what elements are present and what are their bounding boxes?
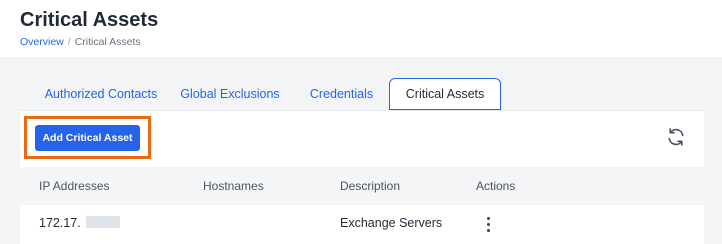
ip-address-cell: 172.17. <box>39 216 81 230</box>
page-title: Critical Assets <box>20 9 159 31</box>
add-critical-asset-button[interactable]: Add Critical Asset <box>35 125 140 151</box>
page-header: Critical Assets Overview / Critical Assets <box>0 0 722 57</box>
description-cell: Exchange Servers <box>340 216 443 230</box>
critical-assets-panel: Add Critical Asset IP Addresses Hostname… <box>20 110 704 244</box>
tab-critical-assets[interactable]: Critical Assets <box>389 78 501 110</box>
breadcrumb-current: Critical Assets <box>74 36 141 48</box>
tab-global-exclusions[interactable]: Global Exclusions <box>170 78 290 110</box>
column-header-actions: Actions <box>476 179 516 193</box>
column-header-hostnames[interactable]: Hostnames <box>203 167 264 205</box>
table-row[interactable]: 172.17. Exchange Servers <box>20 207 704 244</box>
tab-credentials[interactable]: Credentials <box>301 78 382 110</box>
refresh-icon[interactable] <box>666 127 686 147</box>
table-header: IP Addresses Hostnames Description Actio… <box>20 167 704 205</box>
column-header-ip-addresses[interactable]: IP Addresses <box>39 167 110 205</box>
breadcrumb-separator: / <box>67 36 71 48</box>
redacted-ip-block <box>86 216 120 228</box>
breadcrumb: Overview / Critical Assets <box>20 36 141 48</box>
column-header-description[interactable]: Description <box>340 167 400 205</box>
kebab-menu-icon[interactable] <box>483 215 493 233</box>
breadcrumb-overview-link[interactable]: Overview <box>20 36 64 48</box>
tab-authorized-contacts[interactable]: Authorized Contacts <box>26 78 176 110</box>
